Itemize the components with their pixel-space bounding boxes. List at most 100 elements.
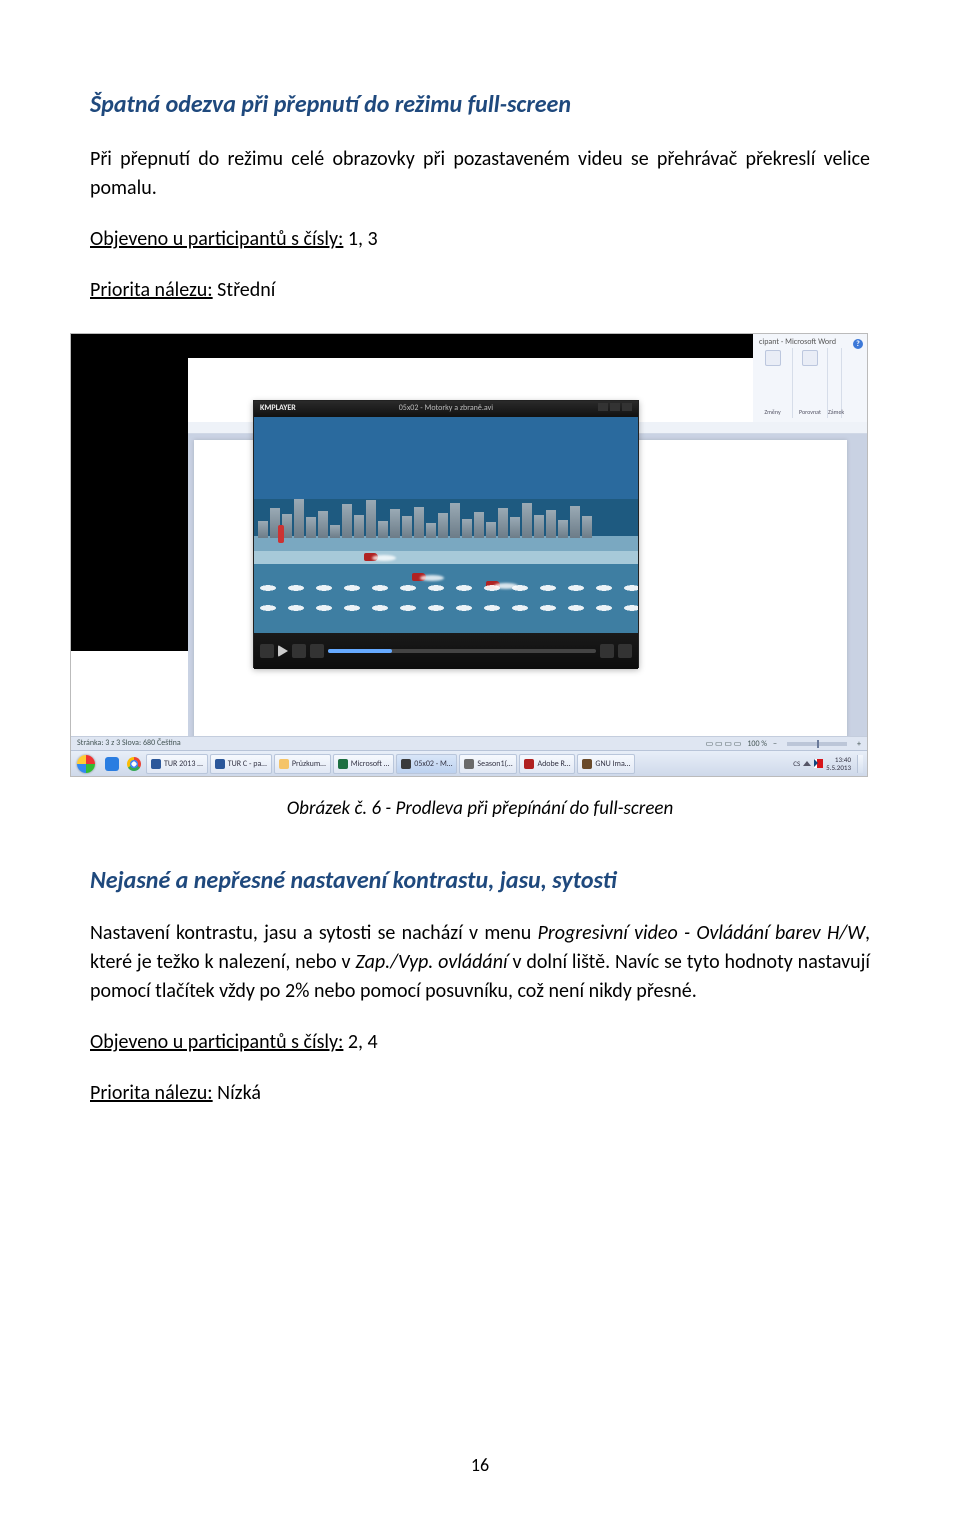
word-status-left: Stránka: 3 z 3 Slova: 680 Čeština (77, 738, 181, 749)
section1-para: Při přepnutí do režimu celé obrazovky př… (90, 145, 870, 203)
taskbar-media[interactable]: Season1(… (459, 754, 517, 774)
clock[interactable]: 13:40 5.5.2013 (826, 756, 851, 771)
windows-icon (77, 755, 95, 773)
gimp-icon (582, 759, 592, 769)
window-buttons[interactable] (596, 403, 632, 415)
taskbar-label: 05x02 - M… (414, 759, 452, 769)
lang-indicator[interactable]: CS (793, 759, 800, 768)
zoom-percent: 100 % (747, 739, 767, 749)
word-status-right: ▭ ▭ ▭ ▭ 100 % −+ (706, 738, 861, 749)
ie-icon (105, 757, 119, 771)
taskbar-label: Průzkum… (292, 759, 326, 769)
flag-icon[interactable] (814, 759, 823, 768)
folder-icon (279, 759, 289, 769)
system-tray[interactable]: CS 13:40 5.5.2013 (789, 751, 867, 776)
taskbar-label: Season1(… (477, 759, 512, 769)
jetski-decoration (364, 553, 378, 561)
word-window-title: cipant - Microsoft Word (759, 337, 836, 347)
fullscreen-button[interactable] (618, 644, 632, 658)
taskbar-explorer[interactable]: Průzkum… (274, 754, 331, 774)
start-button[interactable] (71, 751, 101, 777)
taskbar-label: Adobe R… (537, 759, 570, 769)
ribbon-group-protect: Zámek (828, 348, 842, 418)
ribbon-group-compare: Porovnat (793, 348, 828, 418)
kmplayer-filename: 05x02 - Motorky a zbraně.avi (399, 403, 493, 415)
chrome-pinned[interactable] (123, 751, 145, 776)
p2-a: Nastavení kontrastu, jasu a sytosti se n… (90, 921, 538, 945)
buoy-decoration (278, 525, 284, 543)
section2-priority: Priorita nálezu: Nízká (90, 1079, 870, 1108)
black-overlay-left (71, 334, 188, 651)
found-vals: 2, 4 (343, 1030, 377, 1054)
taskbar-label: GNU Ima… (595, 759, 630, 769)
word-icon (151, 759, 161, 769)
priority-label: Priorita nálezu: (90, 1081, 213, 1105)
seek-bar[interactable] (328, 649, 596, 653)
section1-heading: Špatná odezva při přepnutí do režimu ful… (90, 90, 870, 119)
video-frame[interactable] (254, 417, 638, 633)
ribbon-protect-label: Zámek (828, 408, 841, 416)
video-icon (401, 759, 411, 769)
figure-wrapper: cipant - Microsoft Word ? Změny Porovnat… (70, 333, 868, 777)
priority-val: Střední (213, 278, 276, 302)
kmplayer-titlebar[interactable]: KMPLAYER 05x02 - Motorky a zbraně.avi (254, 401, 638, 417)
jetski-decoration (412, 573, 426, 581)
p2-it2: Zap./Vyp. ovládání (355, 950, 507, 974)
clock-date: 5.5.2013 (826, 764, 851, 772)
zoom-slider[interactable] (787, 742, 847, 746)
view-icons[interactable]: ▭ ▭ ▭ ▭ (706, 739, 742, 749)
taskbar-excel[interactable]: Microsoft … (333, 754, 395, 774)
section2-para: Nastavení kontrastu, jasu a sytosti se n… (90, 919, 870, 1006)
play-button[interactable] (278, 645, 288, 657)
found-vals: 1, 3 (343, 227, 377, 251)
skyline-decoration (254, 495, 638, 538)
section1-priority: Priorita nálezu: Střední (90, 276, 870, 305)
wave-decoration (254, 603, 638, 613)
found-label: Objeveno u participantů s čísly: (90, 227, 343, 251)
windows-taskbar[interactable]: TUR 2013 … TUR C - pa… Průzkum… Microsof… (71, 750, 867, 776)
accept-icon[interactable] (765, 350, 781, 366)
ie-pinned[interactable] (101, 751, 123, 776)
taskbar-label: TUR C - pa… (228, 759, 267, 769)
word-ribbon: cipant - Microsoft Word ? Změny Porovnat… (753, 334, 867, 434)
priority-val: Nízká (213, 1081, 261, 1105)
next-button[interactable] (310, 644, 324, 658)
tray-chevron-icon[interactable] (803, 761, 811, 766)
stop-button[interactable] (292, 644, 306, 658)
maximize-icon[interactable] (610, 403, 620, 411)
ribbon-group-changes: Změny (753, 348, 793, 418)
taskbar-word2[interactable]: TUR C - pa… (210, 754, 272, 774)
taskbar-label: Microsoft … (351, 759, 390, 769)
player-controls[interactable] (254, 633, 638, 669)
compare-icon[interactable] (802, 350, 818, 366)
word-status-bar: Stránka: 3 z 3 Slova: 680 Čeština ▭ ▭ ▭ … (71, 736, 867, 750)
clapper-icon (464, 759, 474, 769)
taskbar-gimp[interactable]: GNU Ima… (577, 754, 635, 774)
page-number: 16 (0, 1454, 960, 1476)
prev-button[interactable] (260, 644, 274, 658)
minimize-icon[interactable] (598, 403, 608, 411)
excel-icon (338, 759, 348, 769)
black-overlay-top (188, 334, 753, 358)
pdf-icon (524, 759, 534, 769)
taskbar-word1[interactable]: TUR 2013 … (146, 754, 208, 774)
section2-found: Objeveno u participantů s čísly: 2, 4 (90, 1028, 870, 1057)
help-icon[interactable]: ? (853, 339, 863, 349)
volume-button[interactable] (600, 644, 614, 658)
kmplayer-window[interactable]: KMPLAYER 05x02 - Motorky a zbraně.avi (253, 400, 639, 668)
chrome-icon (127, 757, 141, 771)
ribbon-changes-label: Změny (753, 408, 792, 416)
section2-heading: Nejasné a nepřesné nastavení kontrastu, … (90, 866, 870, 895)
p2-it1: Progresivní video - Ovládání barev H/W (538, 921, 865, 945)
taskbar-adobe[interactable]: Adobe R… (519, 754, 575, 774)
ribbon-compare-label: Porovnat (793, 408, 827, 416)
wave-decoration (254, 583, 638, 593)
word-icon (215, 759, 225, 769)
taskbar-label: TUR 2013 … (164, 759, 203, 769)
show-desktop-button[interactable] (857, 755, 863, 773)
taskbar-video[interactable]: 05x02 - M… (396, 754, 457, 774)
figure-caption: Obrázek č. 6 - Prodleva při přepínání do… (90, 797, 870, 820)
section1-para-text: Při přepnutí do režimu celé obrazovky př… (90, 147, 870, 200)
close-icon[interactable] (622, 403, 632, 411)
screenshot-figure: cipant - Microsoft Word ? Změny Porovnat… (70, 333, 868, 777)
